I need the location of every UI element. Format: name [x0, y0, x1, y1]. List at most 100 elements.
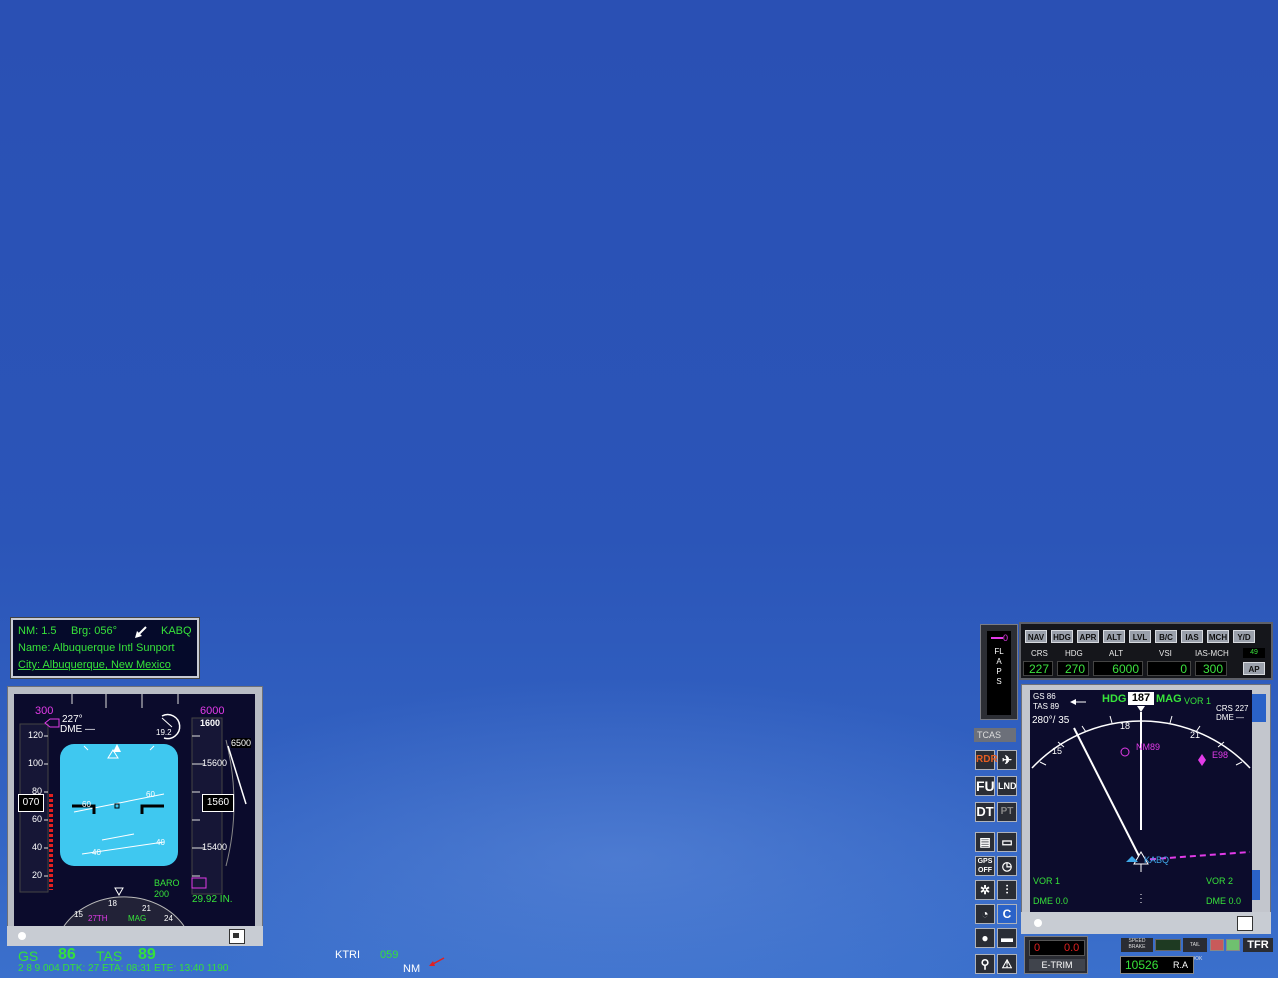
- status-row-2: 2 8 9 004 DTK: 27 ETA: 08:31 ETE: 13:40 …: [18, 963, 229, 974]
- ap-hdg-button[interactable]: HDG: [1051, 630, 1073, 643]
- flaps-gauge-screen: FLAPS 0: [987, 631, 1011, 715]
- tcas-button[interactable]: TCAS: [974, 728, 1016, 742]
- gps-info-panel: NM: 1.5 Brg: 056° KABQ Name: Albuquerque…: [11, 618, 199, 678]
- warning-light-green: [1226, 939, 1240, 951]
- warning-light-red: [1210, 939, 1224, 951]
- ap-lvl-button[interactable]: LVL: [1129, 630, 1151, 643]
- nd-dme2: DME 0.0: [1206, 896, 1242, 906]
- dt-button[interactable]: DT: [975, 802, 995, 822]
- autopilot-panel: NAV HDG APR ALT LVL B/C IAS MCH Y/D 49 C…: [1019, 622, 1273, 680]
- speed-tick-120: 120: [28, 730, 44, 740]
- ap-alt-value[interactable]: 6000: [1093, 661, 1143, 676]
- primary-flight-display: 300 6000 227° DME — 19.2 1600 120 100 80…: [14, 694, 255, 926]
- ap-ias-button[interactable]: IAS: [1181, 630, 1203, 643]
- ra-value: 10526: [1125, 958, 1159, 972]
- aircraft-icon-button[interactable]: ✈: [997, 750, 1017, 770]
- nd-tas: TAS 89: [1033, 702, 1060, 711]
- ap-ias-mch-label: IAS-MCH: [1195, 649, 1229, 658]
- speed-brake-indicator: [1155, 939, 1181, 951]
- ap-ias-mch-value[interactable]: 300: [1195, 661, 1227, 676]
- nd-vor1-top: VOR 1: [1184, 696, 1212, 706]
- nd-compass-21: 21: [1190, 730, 1201, 740]
- satellite-icon-button[interactable]: ⚲: [975, 954, 995, 974]
- cc-button[interactable]: C: [997, 904, 1017, 924]
- nd-bottom-bar: [1021, 912, 1271, 934]
- ap-hdg-value[interactable]: 270: [1057, 661, 1089, 676]
- radar-button[interactable]: RDR: [975, 750, 998, 770]
- altitude-bug: 6000: [200, 705, 225, 717]
- fu-button[interactable]: FU: [975, 776, 995, 796]
- sliders-icon-button[interactable]: ⫶: [997, 880, 1017, 900]
- trim-panel: 0 0.0 E-TRIM: [1024, 936, 1088, 974]
- tail-hook-button[interactable]: TAIL HOOK: [1183, 938, 1207, 962]
- nd-hdg-value: 187: [1128, 692, 1154, 705]
- brake-row: SPEED BRAKE TAIL HOOK TFR: [1121, 938, 1273, 962]
- nd-dme: DME —: [1216, 713, 1244, 722]
- ra-label: R.A: [1173, 960, 1189, 970]
- minus-icon-button[interactable]: ▬: [997, 928, 1017, 948]
- clock-icon-button[interactable]: ◷: [997, 856, 1017, 876]
- trim-right-value: 0.0: [1064, 942, 1080, 954]
- ap-vsi-label: VSI: [1159, 649, 1172, 658]
- nd-waypoint-1: NM89: [1136, 742, 1161, 752]
- gauge-icon-button[interactable]: ◔: [975, 904, 995, 924]
- gps-nm: NM: 1.5: [18, 625, 57, 637]
- speed-readout: 070: [18, 794, 44, 812]
- alt-tape-top: 1600: [200, 718, 221, 728]
- waypoint-distance: 059: [380, 949, 399, 961]
- pt-button[interactable]: PT: [997, 802, 1017, 822]
- altitude-readout: 1560: [202, 794, 234, 812]
- waypoint-ident: KTRI: [335, 949, 361, 961]
- flaps-value: 0: [1003, 633, 1009, 643]
- panel-icon-button[interactable]: ▤: [975, 832, 995, 852]
- heading-label: 27TH: [88, 914, 108, 923]
- tower-icon-button[interactable]: ⚠: [997, 954, 1017, 974]
- tfr-button[interactable]: TFR: [1243, 938, 1273, 952]
- e-trim-button[interactable]: E-TRIM: [1029, 959, 1085, 971]
- ap-bc-button[interactable]: B/C: [1155, 630, 1177, 643]
- trim-display: 0 0.0: [1029, 940, 1085, 956]
- speed-brake-button[interactable]: SPEED BRAKE: [1121, 938, 1153, 952]
- ap-apr-button[interactable]: APR: [1077, 630, 1099, 643]
- wind-arrow-icon: [429, 957, 445, 966]
- bearing-arrow-icon: [135, 626, 147, 638]
- tas-value: 89: [138, 946, 156, 963]
- ap-crs-value[interactable]: 227: [1023, 661, 1053, 676]
- ap-mch-button[interactable]: MCH: [1207, 630, 1229, 643]
- nd-dme1: DME 0.0: [1033, 896, 1069, 906]
- circle-icon-button[interactable]: ●: [975, 928, 995, 948]
- compass-tick-15: 15: [74, 910, 83, 919]
- nd-compass-15: 15: [1052, 746, 1063, 756]
- nd-waypoint-2: E98: [1212, 750, 1229, 760]
- nd-hdg-label: HDG: [1102, 693, 1127, 705]
- settings-icon-button[interactable]: ✲: [975, 880, 995, 900]
- pitch-label-left-60: 60: [82, 800, 91, 809]
- ap-vsi-value[interactable]: 0: [1147, 661, 1191, 676]
- pitch-label-right-40: 40: [156, 838, 165, 847]
- gs-label: GS: [18, 948, 39, 964]
- compass-tick-24: 24: [164, 914, 173, 923]
- nd-vor2: VOR 2: [1206, 876, 1234, 886]
- nd-station: KABQ: [1144, 855, 1170, 865]
- nd-compass-18: 18: [1120, 721, 1131, 731]
- ap-yd-button[interactable]: Y/D: [1233, 630, 1255, 643]
- heading-mode: MAG: [128, 914, 147, 923]
- gps-off-button[interactable]: GPS OFF: [975, 856, 995, 876]
- ap-indicator: 49: [1243, 648, 1265, 658]
- pitch-label-left-40: 40: [92, 848, 101, 857]
- gps-name: Name: Albuquerque Intl Sunport: [18, 642, 175, 654]
- lnd-button[interactable]: LND: [997, 776, 1017, 796]
- pfd-dme-distance: 19.2: [156, 728, 172, 737]
- pfd-knob-icon[interactable]: [229, 929, 245, 944]
- ap-crs-label: CRS: [1031, 649, 1048, 658]
- nd-crs: CRS 227: [1216, 704, 1249, 713]
- ap-engage-button[interactable]: AP: [1243, 662, 1265, 675]
- nd-knob-icon[interactable]: [1237, 916, 1253, 931]
- nd-vor1: VOR 1: [1033, 876, 1061, 886]
- keyboard-icon-button[interactable]: ▭: [997, 832, 1017, 852]
- ap-alt-button[interactable]: ALT: [1103, 630, 1125, 643]
- pfd-dme: DME —: [60, 724, 95, 735]
- pfd-bottom-bar: [7, 926, 263, 946]
- ap-nav-button[interactable]: NAV: [1025, 630, 1047, 643]
- trim-left-value: 0: [1034, 942, 1041, 954]
